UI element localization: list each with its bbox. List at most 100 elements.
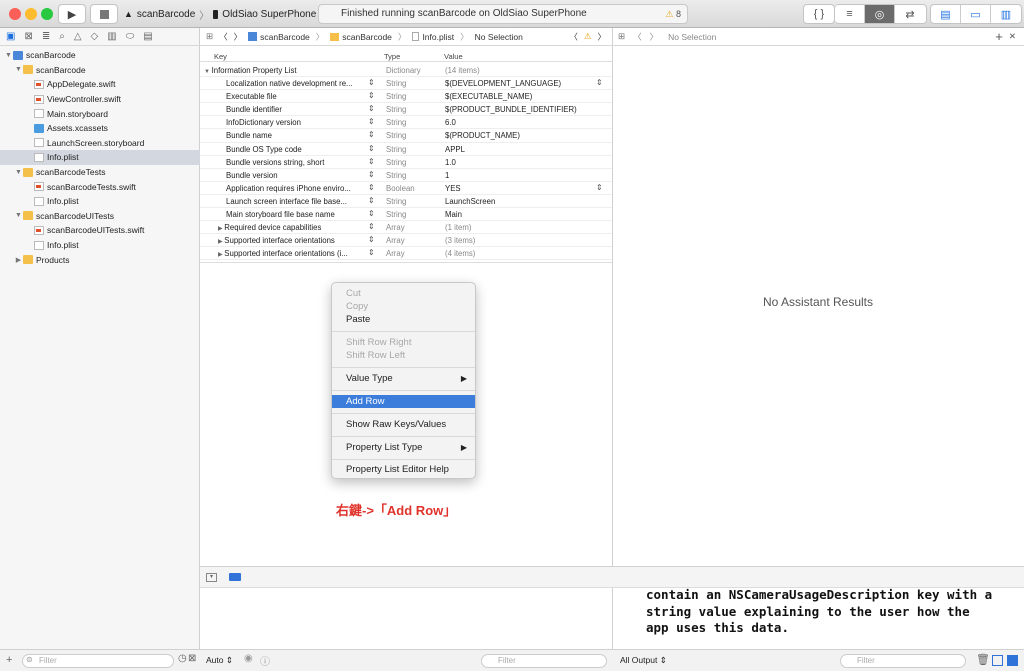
forward-arrow-icon[interactable]: 〉 (234, 31, 243, 43)
stepper-icon[interactable]: ⇕ (368, 248, 375, 257)
stepper-icon[interactable]: ⇕ (368, 235, 375, 244)
breakpoints-icon[interactable] (229, 573, 241, 581)
tree-item[interactable]: scanBarcodeTests.swift (0, 179, 200, 194)
run-button[interactable]: ▶ (58, 4, 86, 24)
row-value[interactable]: APPL (445, 145, 465, 154)
tree-item[interactable]: Main.storyboard (0, 106, 200, 121)
menu-item-add-row[interactable]: Add Row (332, 395, 475, 408)
close-window-icon[interactable] (9, 8, 21, 20)
forward-arrow-icon[interactable]: 〉 (597, 31, 606, 43)
search-tab-icon[interactable]: ⌕ (59, 31, 65, 42)
standard-editor-icon[interactable]: ≡ (835, 5, 865, 23)
stepper-icon[interactable]: ⇕ (368, 222, 375, 231)
source-control-tab-icon[interactable]: ⊠ (24, 31, 32, 42)
tree-item[interactable]: ▼ scanBarcode (0, 48, 200, 63)
tree-item-selected[interactable]: Info.plist (0, 150, 200, 165)
related-items-icon[interactable]: ⊞ (206, 31, 213, 42)
column-type[interactable]: Type (384, 52, 400, 61)
scm-filter-icon[interactable]: ⊠ (188, 653, 196, 664)
row-value[interactable]: $(DEVELOPMENT_LANGUAGE) (445, 79, 561, 88)
breadcrumb-selection[interactable]: No Selection (475, 32, 523, 42)
issue-tab-icon[interactable]: △ (74, 31, 82, 42)
tree-item[interactable]: LaunchScreen.storyboard (0, 136, 200, 151)
tree-item[interactable]: Info.plist (0, 194, 200, 209)
plist-row[interactable]: Bundle version ⇕ String 1 (200, 169, 612, 182)
minimize-window-icon[interactable] (25, 8, 37, 20)
stepper-icon[interactable]: ⇕ (596, 78, 603, 87)
plist-row[interactable]: Bundle versions string, short ⇕ String 1.0 (200, 156, 612, 169)
symbol-tab-icon[interactable]: ≣ (42, 31, 50, 42)
stepper-icon[interactable]: ⇕ (368, 144, 375, 153)
tree-item[interactable]: ▼ scanBarcodeTests (0, 165, 200, 180)
debug-tab-icon[interactable]: ▥ (107, 31, 116, 42)
tree-item[interactable]: AppDelegate.swift (0, 77, 200, 92)
auto-variables-selector[interactable]: Auto ⇕ (206, 655, 233, 666)
tree-item[interactable]: ▼ scanBarcode (0, 63, 200, 78)
menu-item-value-type[interactable]: Value Type ▶ (332, 372, 475, 385)
warning-badge[interactable]: ⚠ 8 (665, 5, 681, 23)
plist-row[interactable]: Application requires iPhone enviro... ⇕ Bo… (200, 182, 612, 195)
panel-toggle-segment[interactable]: ▤ ▭ ▥ (930, 4, 1022, 24)
row-value[interactable]: 1 (445, 171, 449, 180)
stepper-icon[interactable]: ⇕ (368, 170, 375, 179)
plist-row[interactable]: Executable file ⇕ String $(EXECUTABLE_NAME) (200, 90, 612, 104)
row-value[interactable]: $(PRODUCT_BUNDLE_IDENTIFIER) (445, 105, 577, 114)
tree-item[interactable]: ViewController.swift (0, 92, 200, 107)
inspector-toggle-icon[interactable]: ▥ (991, 5, 1021, 23)
hide-debug-icon[interactable]: ▾ (206, 573, 217, 582)
stepper-icon[interactable]: ⇕ (368, 130, 375, 139)
variables-filter-input[interactable]: Filter (481, 654, 607, 668)
breadcrumb-folder[interactable]: scanBarcode (342, 32, 392, 42)
assistant-editor-icon[interactable]: ◎ (865, 5, 895, 23)
menu-item-plist-type[interactable]: Property List Type ▶ (332, 441, 475, 454)
back-arrow-icon[interactable]: 〈 (633, 31, 642, 43)
plist-row[interactable]: ▶ Supported interface orientations (i...… (200, 247, 612, 261)
warning-icon[interactable]: ⚠ (584, 31, 592, 42)
row-value[interactable]: YES (445, 184, 461, 193)
close-icon[interactable]: ✕ (1009, 31, 1016, 42)
scheme-selector[interactable]: ▲ scanBarcode 〉 OldSiao SuperPhone (124, 4, 316, 24)
trash-icon[interactable]: 🗑 (976, 653, 990, 666)
tree-item[interactable]: scanBarcodeUITests.swift (0, 223, 200, 238)
stepper-icon[interactable]: ⇕ (368, 104, 375, 113)
eye-icon[interactable]: ◉ (244, 653, 253, 664)
column-key[interactable]: Key (214, 52, 227, 61)
tree-item[interactable]: Info.plist (0, 238, 200, 253)
plist-row[interactable]: Launch screen interface file base... ⇕ Str… (200, 195, 612, 209)
info-icon[interactable]: ⓘ (260, 653, 270, 668)
add-icon[interactable]: + (6, 654, 12, 666)
navigator-toggle-icon[interactable]: ▤ (931, 5, 961, 23)
row-value[interactable]: $(PRODUCT_NAME) (445, 131, 520, 140)
column-value[interactable]: Value (444, 52, 463, 61)
plist-row[interactable]: Bundle OS Type code ⇕ String APPL (200, 143, 612, 156)
back-arrow-icon[interactable]: 〈 (219, 31, 228, 43)
plist-row[interactable]: InfoDictionary version ⇕ String 6.0 (200, 116, 612, 130)
output-selector[interactable]: All Output ⇕ (620, 655, 667, 666)
zoom-window-icon[interactable] (41, 8, 53, 20)
version-editor-icon[interactable]: ⇄ (895, 5, 925, 23)
row-value[interactable]: 6.0 (445, 118, 456, 127)
recent-files-icon[interactable]: ◷ (178, 653, 187, 664)
debug-toggle-icon[interactable]: ▭ (961, 5, 991, 23)
test-tab-icon[interactable]: ◇ (91, 31, 99, 42)
plist-row[interactable]: ▶ Required device capabilities ⇕ Array (1 i… (200, 221, 612, 235)
breadcrumb-file[interactable]: Info.plist (422, 32, 454, 42)
console-view-icon[interactable] (1007, 655, 1018, 666)
assistant-selection[interactable]: No Selection (668, 32, 716, 42)
stepper-icon[interactable]: ⇕ (368, 196, 375, 205)
plist-row[interactable]: ▶ Supported interface orientations ⇕ Array… (200, 234, 612, 248)
menu-item-show-raw[interactable]: Show Raw Keys/Values (332, 418, 475, 431)
stepper-icon[interactable]: ⇕ (368, 209, 375, 218)
row-value[interactable]: $(EXECUTABLE_NAME) (445, 92, 532, 101)
stepper-icon[interactable]: ⇕ (368, 91, 375, 100)
tree-item[interactable]: ▼ scanBarcodeUITests (0, 209, 200, 224)
tree-item[interactable]: ▶ Products (0, 252, 200, 267)
plist-row[interactable]: Bundle name ⇕ String $(PRODUCT_NAME) (200, 129, 612, 143)
row-value[interactable]: 1.0 (445, 158, 456, 167)
row-value[interactable]: Main (445, 210, 462, 219)
navigator-filter-input[interactable]: Filter (22, 654, 174, 668)
forward-arrow-icon[interactable]: 〉 (650, 31, 659, 43)
breakpoint-tab-icon[interactable]: ⬭ (126, 31, 135, 42)
report-tab-icon[interactable]: ▤ (143, 31, 152, 42)
plist-row[interactable]: ▼ Information Property List Dictionary (14… (200, 64, 612, 78)
